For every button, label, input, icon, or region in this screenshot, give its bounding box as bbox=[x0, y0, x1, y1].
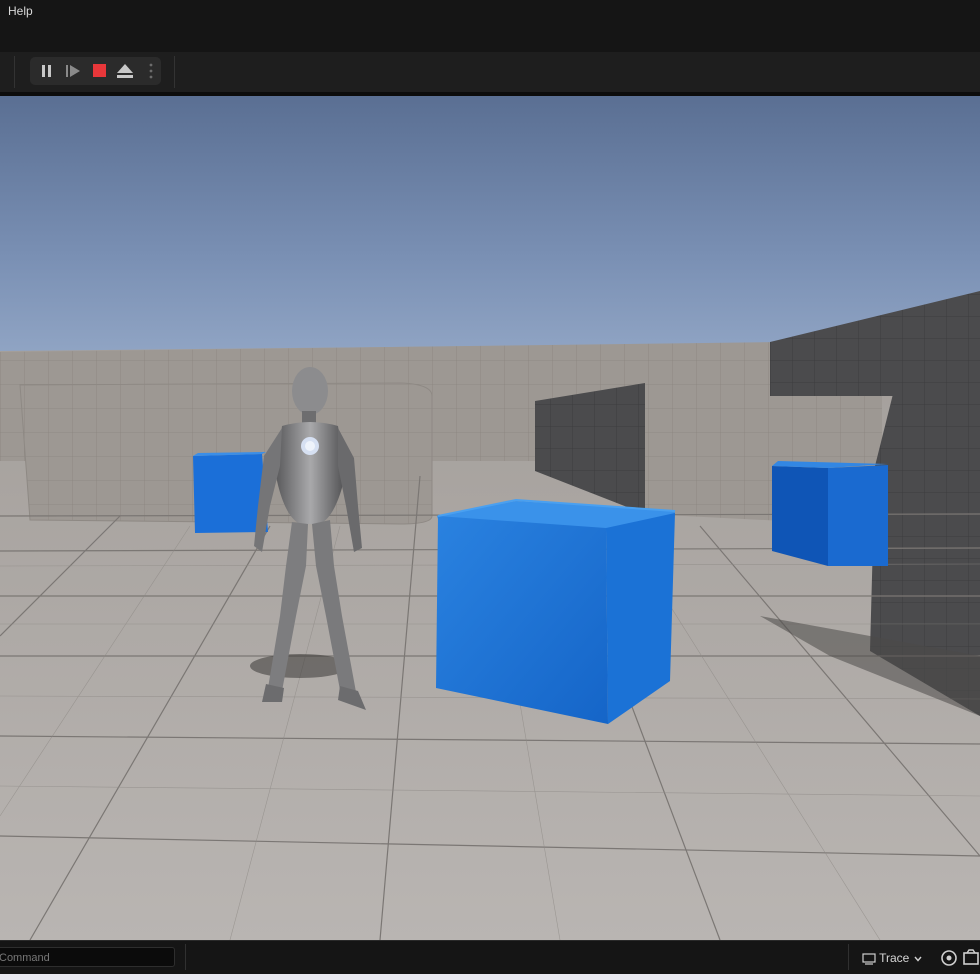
console-command-input[interactable]: Command bbox=[0, 947, 175, 967]
source-control-icon[interactable] bbox=[962, 949, 980, 967]
statusbar-separator bbox=[848, 944, 849, 970]
window-bottom-edge bbox=[0, 974, 980, 980]
eject-icon[interactable] bbox=[113, 59, 137, 83]
menu-bar: Help bbox=[0, 0, 980, 52]
play-controls bbox=[30, 57, 161, 85]
blue-cube-large[interactable] bbox=[436, 498, 676, 724]
sky bbox=[0, 96, 980, 366]
frame-advance-icon[interactable] bbox=[61, 59, 85, 83]
trace-icon bbox=[862, 953, 876, 965]
game-viewport[interactable] bbox=[0, 96, 980, 940]
blue-cube-right[interactable] bbox=[772, 461, 888, 566]
trace-dropdown[interactable]: Trace bbox=[862, 948, 923, 968]
toolbar-separator bbox=[174, 56, 175, 88]
menu-help[interactable]: Help bbox=[8, 4, 33, 18]
more-vertical-icon[interactable] bbox=[139, 59, 163, 83]
toolbar-separator bbox=[14, 56, 15, 88]
statusbar-separator bbox=[185, 944, 186, 970]
stop-icon[interactable] bbox=[87, 59, 111, 83]
derived-data-icon[interactable] bbox=[940, 949, 958, 967]
trace-label: Trace bbox=[879, 951, 910, 965]
chevron-down-icon bbox=[914, 956, 922, 962]
pause-icon[interactable] bbox=[35, 59, 59, 83]
